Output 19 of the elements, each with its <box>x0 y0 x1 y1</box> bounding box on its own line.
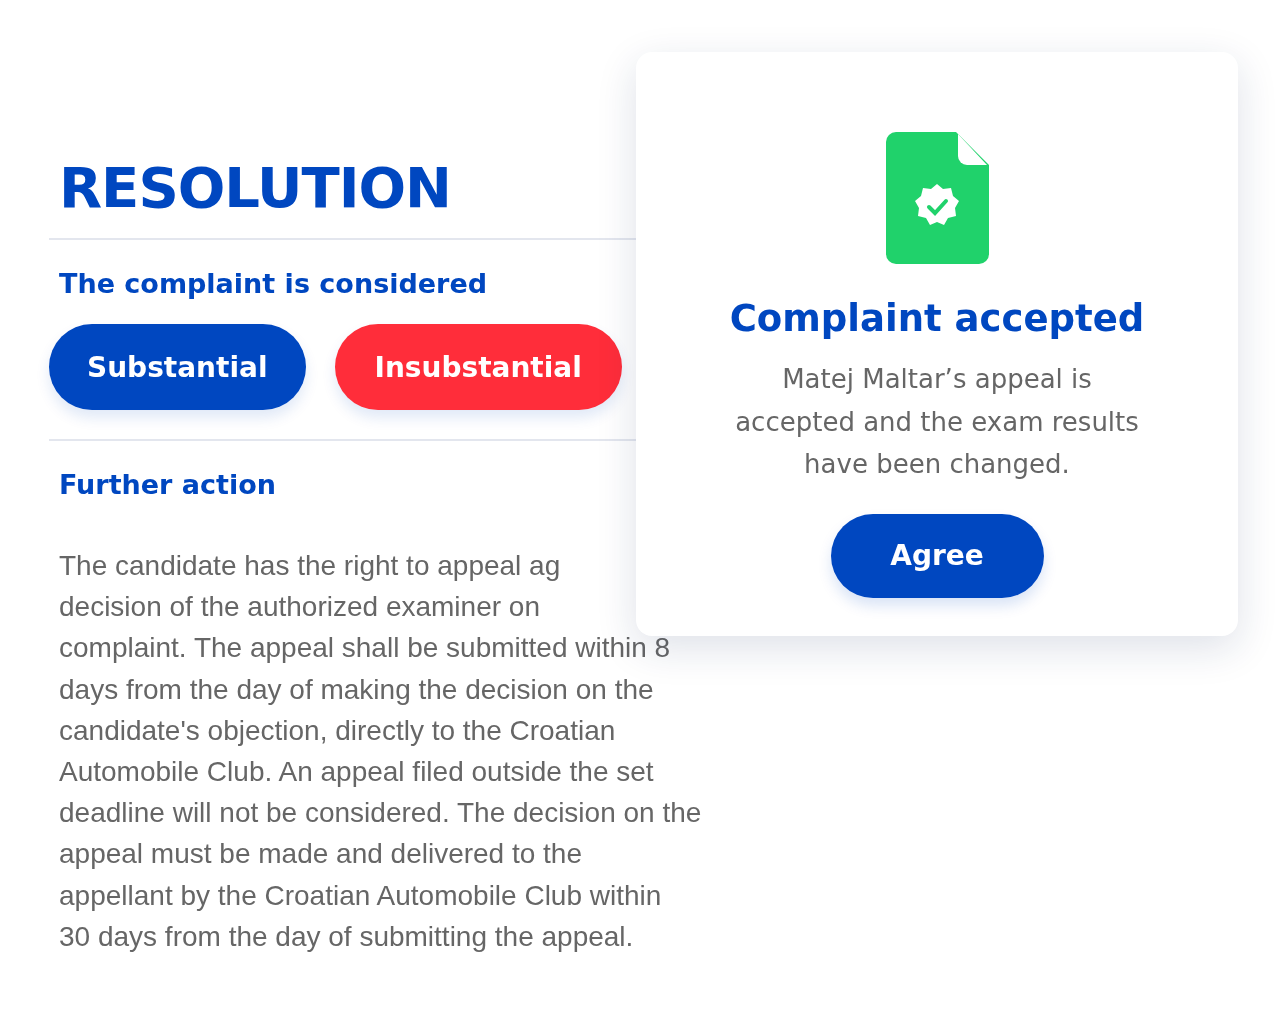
paragraph-line: 30 days from the day of submitting the appeal. <box>59 919 635 954</box>
option-button[interactable]: Substantial <box>49 324 306 410</box>
paragraph-line: complaint. The appeal shall be submitted within 8 <box>59 631 672 666</box>
dialog-message: Matej Maltar’s appeal is accepted and the exam results have been changed. <box>734 363 1140 481</box>
paragraph-line: deadline will not be considered. The decision on the <box>59 796 703 831</box>
paragraph-line: decision of the authorized examiner on <box>59 590 541 625</box>
paragraph-line: Automobile Club. An appeal filed outside the set <box>59 755 655 789</box>
dialog-title: Complaint accepted <box>729 296 1145 342</box>
option-button[interactable]: Insubstantial <box>334 324 622 410</box>
agree-button[interactable]: Agree <box>830 513 1044 598</box>
section-heading: Further action <box>59 468 277 502</box>
paragraph-line: candidate's objection, directly to the Croatian <box>59 713 617 748</box>
paragraph-line: appeal must be made and delivered to the <box>59 837 584 872</box>
paragraph-line: days from the day of making the decision on the <box>59 672 655 707</box>
paragraph-line: The candidate has the right to appeal ag <box>59 549 562 583</box>
document-check-icon <box>885 132 989 264</box>
section-heading: The complaint is considered <box>59 267 489 301</box>
paragraph-line: appellant by the Croatian Automobile Club within <box>59 878 663 913</box>
page-title: RESOLUTION <box>59 154 452 222</box>
